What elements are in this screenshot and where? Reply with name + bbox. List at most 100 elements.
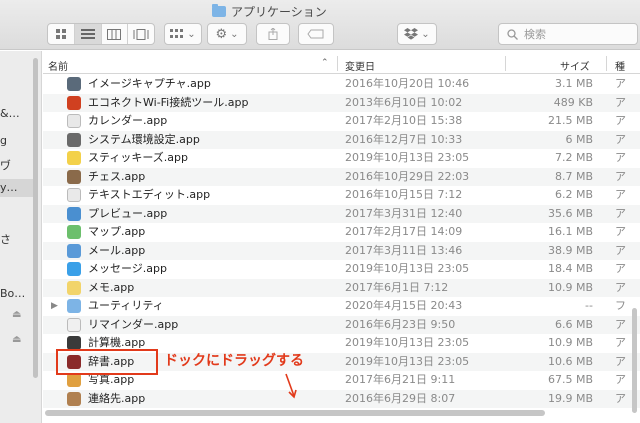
table-row[interactable]: メッセージ.app 2019年10月13日 23:05 18.4 MB ア bbox=[43, 260, 640, 278]
disclosure-triangle-icon[interactable]: ▶ bbox=[51, 297, 58, 315]
table-row[interactable]: リマインダー.app 2016年6月23日 9:50 6.6 MB ア bbox=[43, 315, 640, 334]
column-divider[interactable] bbox=[505, 56, 506, 71]
app-icon bbox=[67, 188, 81, 202]
app-icon bbox=[67, 243, 81, 258]
file-size: 19.9 MB bbox=[547, 391, 593, 405]
sidebar-item[interactable]: ヷ bbox=[0, 157, 11, 173]
eject-icon[interactable]: ⏏ bbox=[12, 309, 21, 320]
file-name: メール.app bbox=[88, 243, 146, 257]
table-row[interactable]: マップ.app 2017年2月17日 14:09 16.1 MB ア bbox=[43, 223, 640, 241]
sidebar-item[interactable]: Bo… bbox=[0, 287, 25, 300]
column-header-name[interactable]: 名前 bbox=[48, 58, 68, 73]
folder-icon bbox=[212, 4, 226, 17]
column-header-size[interactable]: サイズ bbox=[560, 58, 590, 73]
file-size: 67.5 MB bbox=[547, 373, 593, 386]
app-icon bbox=[67, 169, 81, 184]
app-icon bbox=[67, 151, 81, 165]
modified-date: 2019年10月13日 23:05 bbox=[345, 262, 470, 275]
file-size: 35.6 MB bbox=[547, 206, 593, 220]
modified-date: 2017年6月1日 7:12 bbox=[345, 280, 449, 294]
vertical-scrollbar[interactable] bbox=[632, 308, 637, 413]
file-kind: ア bbox=[615, 280, 626, 294]
file-kind: ア bbox=[615, 336, 626, 349]
app-icon bbox=[67, 95, 81, 110]
file-name: イメージキャプチャ.app bbox=[88, 77, 211, 90]
modified-date: 2016年10月15日 7:12 bbox=[345, 188, 463, 201]
dropbox-icon bbox=[404, 28, 419, 40]
dropbox-button[interactable]: ⌄ bbox=[397, 23, 437, 45]
file-name: エコネクトWi-Fi接続ツール.app bbox=[88, 95, 249, 109]
table-row[interactable]: エコネクトWi-Fi接続ツール.app 2013年6月10日 10:02 489… bbox=[43, 93, 640, 112]
column-header: 名前 ⌃ 変更日 サイズ 種 bbox=[43, 54, 640, 74]
modified-date: 2016年12月7日 10:33 bbox=[345, 132, 463, 146]
chevron-down-icon: ⌄ bbox=[187, 28, 196, 40]
modified-date: 2017年2月10日 15:38 bbox=[345, 114, 463, 127]
table-row[interactable]: プレビュー.app 2017年3月31日 12:40 35.6 MB ア bbox=[43, 204, 640, 223]
table-row[interactable]: イメージキャプチャ.app 2016年10月20日 10:46 3.1 MB ア bbox=[43, 75, 640, 93]
sidebar: &… g ヷ y… さ Bo… ⏏ ⏏ bbox=[0, 51, 42, 423]
file-kind: ア bbox=[615, 77, 626, 90]
file-size: 10.9 MB bbox=[547, 336, 593, 349]
app-icon bbox=[67, 114, 81, 128]
table-row[interactable]: メール.app 2017年3月11日 13:46 38.9 MB ア bbox=[43, 241, 640, 260]
horizontal-scrollbar[interactable] bbox=[45, 410, 545, 416]
sort-chevron-up-icon: ⌃ bbox=[321, 58, 329, 68]
table-row[interactable]: ▶ ユーティリティ 2020年4月15日 20:43 -- フ bbox=[43, 297, 640, 315]
file-name: システム環境設定.app bbox=[88, 132, 200, 146]
modified-date: 2016年6月29日 8:07 bbox=[345, 391, 456, 405]
group-by-button[interactable]: ⌄ bbox=[164, 23, 202, 45]
table-row[interactable]: チェス.app 2016年10月29日 22:03 8.7 MB ア bbox=[43, 167, 640, 186]
file-size: 3.1 MB bbox=[554, 77, 593, 90]
table-row[interactable]: スティッキーズ.app 2019年10月13日 23:05 7.2 MB ア bbox=[43, 149, 640, 167]
column-view-icon[interactable] bbox=[102, 24, 129, 44]
file-name: テキストエディット.app bbox=[88, 188, 211, 201]
gear-icon: ⚙ bbox=[215, 26, 228, 42]
column-header-date[interactable]: 変更日 bbox=[345, 58, 375, 73]
search-field[interactable]: 検索 bbox=[498, 23, 638, 45]
file-size: -- bbox=[585, 299, 593, 312]
file-size: 7.2 MB bbox=[554, 151, 593, 164]
table-row[interactable]: メモ.app 2017年6月1日 7:12 10.9 MB ア bbox=[43, 278, 640, 297]
file-name: プレビュー.app bbox=[88, 206, 168, 220]
app-icon bbox=[67, 336, 81, 350]
sidebar-item[interactable]: &… bbox=[0, 107, 20, 120]
file-kind: ア bbox=[615, 188, 626, 201]
sidebar-item[interactable]: さ bbox=[0, 231, 11, 247]
action-button[interactable]: ⚙ ⌄ bbox=[207, 23, 247, 45]
column-header-kind[interactable]: 種 bbox=[615, 58, 625, 73]
modified-date: 2017年6月21日 9:11 bbox=[345, 373, 456, 386]
list-view-icon[interactable] bbox=[74, 24, 102, 44]
tags-button[interactable] bbox=[298, 23, 334, 45]
toolbar: アプリケーション ⌄ ⚙ ⌄ ⌄ 検索 bbox=[0, 0, 640, 50]
modified-date: 2017年3月11日 13:46 bbox=[345, 243, 463, 257]
app-icon bbox=[67, 280, 81, 295]
icon-view-icon[interactable] bbox=[48, 24, 75, 44]
sidebar-item[interactable]: g bbox=[0, 134, 7, 147]
column-divider[interactable] bbox=[337, 56, 338, 71]
file-kind: ア bbox=[615, 151, 626, 164]
file-size: 8.7 MB bbox=[554, 169, 593, 183]
column-divider[interactable] bbox=[606, 56, 607, 71]
modified-date: 2019年10月13日 23:05 bbox=[345, 336, 470, 349]
file-name: 連絡先.app bbox=[88, 391, 146, 405]
file-kind: ア bbox=[615, 169, 626, 183]
table-row[interactable]: テキストエディット.app 2016年10月15日 7:12 6.2 MB ア bbox=[43, 186, 640, 204]
file-name: リマインダー.app bbox=[88, 317, 179, 331]
table-row[interactable]: 連絡先.app 2016年6月29日 8:07 19.9 MB ア bbox=[43, 389, 640, 408]
share-button[interactable] bbox=[256, 23, 290, 45]
sidebar-item-selected[interactable]: y… bbox=[0, 179, 34, 197]
modified-date: 2016年6月23日 9:50 bbox=[345, 317, 456, 331]
gallery-view-icon[interactable] bbox=[128, 24, 154, 44]
eject-icon[interactable]: ⏏ bbox=[12, 334, 21, 345]
table-row[interactable]: システム環境設定.app 2016年12月7日 10:33 6 MB ア bbox=[43, 130, 640, 149]
modified-date: 2017年3月31日 12:40 bbox=[345, 206, 463, 220]
sidebar-scrollbar[interactable] bbox=[33, 58, 38, 378]
file-size: 38.9 MB bbox=[547, 243, 593, 257]
file-kind: ア bbox=[615, 373, 626, 386]
app-icon bbox=[67, 225, 81, 239]
annotation-text: ドックにドラッグする bbox=[164, 353, 304, 369]
file-name: メッセージ.app bbox=[88, 262, 167, 275]
table-row[interactable]: カレンダー.app 2017年2月10日 15:38 21.5 MB ア bbox=[43, 112, 640, 130]
file-name: チェス.app bbox=[88, 169, 146, 183]
file-size: 6 MB bbox=[565, 132, 593, 146]
